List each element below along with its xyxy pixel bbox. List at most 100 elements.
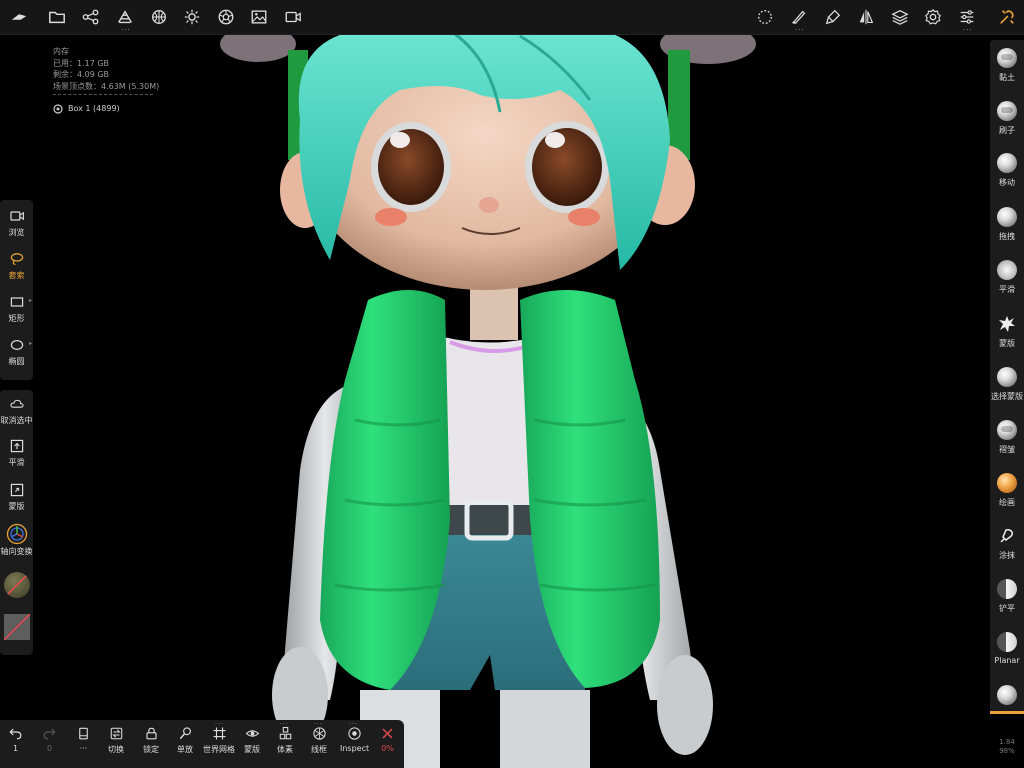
action-deselect[interactable]: 取消选中: [0, 396, 33, 426]
folder-icon[interactable]: [44, 4, 70, 30]
brush-brush[interactable]: 刷子: [990, 101, 1024, 136]
undo-button[interactable]: 1: [8, 726, 23, 753]
clay-icon: [997, 48, 1017, 68]
brush-paint-label: 绘画: [999, 498, 1015, 507]
settings-icon[interactable]: [920, 4, 946, 30]
topology-icon[interactable]: [146, 4, 172, 30]
solo-button[interactable]: 单放: [177, 726, 193, 755]
redo-button[interactable]: 0: [42, 726, 57, 753]
mask-visibility-button[interactable]: 蒙版: [244, 726, 260, 755]
voxel-icon: [279, 726, 291, 740]
tool-browse[interactable]: 浏览: [0, 208, 33, 238]
tool-rectangle[interactable]: 矩形 ▸: [0, 294, 33, 324]
ellipse-icon: [10, 340, 23, 350]
brush-smooth-label: 平滑: [999, 285, 1015, 294]
tools-icon[interactable]: [994, 4, 1020, 30]
tool-browse-label: 浏览: [8, 228, 25, 237]
bottom-toolbar: 1 0 ··· 切换 锁定 单放 ··· 世界网格 蒙版 ··· 体素 ··· …: [0, 720, 404, 768]
action-deselect-label: 取消选中: [0, 416, 33, 425]
wireframe-button[interactable]: ··· 线框: [311, 721, 327, 755]
action-smooth-label: 平滑: [8, 458, 25, 467]
swap-icon: [110, 727, 122, 740]
object-icon: [53, 104, 63, 114]
book-button[interactable]: ···: [76, 726, 91, 753]
paint-brush-icon[interactable]: [820, 4, 846, 30]
brush-smooth[interactable]: 平滑: [990, 260, 1024, 295]
drag-icon: [997, 207, 1017, 227]
brush-select-mask[interactable]: 选择蒙版: [990, 367, 1024, 402]
action-mask[interactable]: 蒙版: [0, 482, 33, 512]
brush-bar-accent: [990, 711, 1024, 714]
top-toolbar: ··· ··· ···: [0, 0, 1024, 35]
action-smooth[interactable]: 平滑: [0, 438, 33, 468]
brush-icon: [997, 101, 1017, 121]
scene-vertices: 场景顶点数：4.63M (5.30M): [53, 81, 160, 91]
layers-icon[interactable]: [887, 4, 913, 30]
leg-right: [500, 690, 590, 768]
solo-label: 单放: [177, 745, 193, 754]
action-gizmo[interactable]: 轴向变换: [0, 523, 33, 557]
corner-line1: 1.84: [999, 738, 1015, 746]
brush-planar[interactable]: Planar: [990, 632, 1024, 665]
redo-icon: [43, 728, 56, 740]
material-swatch[interactable]: [4, 572, 30, 598]
swap-button[interactable]: 切换: [108, 726, 124, 755]
wireframe-label: 线框: [311, 745, 327, 754]
symmetry-icon[interactable]: [853, 4, 879, 30]
corner-readout: 1.84 98%: [992, 738, 1022, 756]
voxel-button[interactable]: ··· 体素: [277, 721, 293, 755]
color-swatch[interactable]: [3, 613, 31, 641]
shapes-icon[interactable]: ···: [112, 4, 138, 34]
scene-graph-icon[interactable]: [78, 4, 104, 30]
corner-line2: 98%: [999, 747, 1015, 755]
gizmo-icon: [6, 523, 27, 545]
viewport[interactable]: [0, 0, 1024, 768]
brush-clay-label: 黏土: [999, 73, 1015, 82]
brush-more[interactable]: [990, 685, 1024, 709]
info-divider: [53, 94, 153, 95]
world-grid-button[interactable]: ··· 世界网格: [203, 721, 235, 755]
sliders-icon[interactable]: ···: [954, 4, 980, 34]
voxel-label: 体素: [277, 745, 293, 754]
selected-object[interactable]: Box 1 (4899): [53, 103, 159, 115]
inspect-icon: [348, 727, 361, 740]
memory-used: 已用：1.17 GB: [53, 58, 110, 68]
close-button[interactable]: 0%: [380, 726, 395, 753]
inspect-button[interactable]: ··· Inspect: [340, 721, 370, 753]
brush-paint[interactable]: 绘画: [990, 473, 1024, 508]
memory-free: 剩余：4.09 GB: [53, 70, 110, 79]
smooth-icon: [997, 260, 1017, 280]
book-dots: ···: [79, 744, 88, 753]
cloud-icon: [9, 399, 24, 408]
brush-crease[interactable]: 褶皱: [990, 420, 1024, 455]
inspect-label: Inspect: [340, 744, 370, 753]
hand-right: [657, 655, 713, 755]
close-percent: 0%: [381, 744, 394, 753]
brush-drag-label: 拖拽: [999, 232, 1015, 241]
light-icon[interactable]: [179, 4, 205, 30]
image-icon[interactable]: [246, 4, 272, 30]
tool-ellipse[interactable]: 椭圆 ▸: [0, 337, 33, 367]
tool-ellipse-label: 椭圆: [8, 357, 25, 366]
render-icon[interactable]: [213, 4, 239, 30]
brush-mask[interactable]: 蒙版: [990, 314, 1024, 349]
tool-lasso[interactable]: 套索: [0, 251, 33, 281]
brush-flatten-label: 铲平: [999, 604, 1015, 613]
app-logo-icon[interactable]: [6, 4, 32, 30]
select-mask-icon: [997, 367, 1017, 387]
brush-flatten[interactable]: 铲平: [990, 579, 1024, 614]
selection-icon[interactable]: [752, 4, 778, 30]
crease-icon: [997, 420, 1017, 440]
brush-smudge[interactable]: 涂抹: [990, 526, 1024, 561]
brush-clay[interactable]: 黏土: [990, 48, 1024, 83]
camera-icon[interactable]: [280, 4, 306, 30]
eye-icon: [245, 730, 259, 737]
brush-move[interactable]: 移动: [990, 153, 1024, 188]
brush-stroke-icon[interactable]: ···: [786, 4, 812, 34]
brush-drag[interactable]: 拖拽: [990, 207, 1024, 242]
lock-button[interactable]: 锁定: [143, 726, 159, 755]
smudge-icon: [1000, 529, 1013, 543]
camera-icon: [9, 211, 24, 221]
more-brush-icon: [997, 685, 1017, 705]
world-grid-label: 世界网格: [203, 745, 235, 754]
